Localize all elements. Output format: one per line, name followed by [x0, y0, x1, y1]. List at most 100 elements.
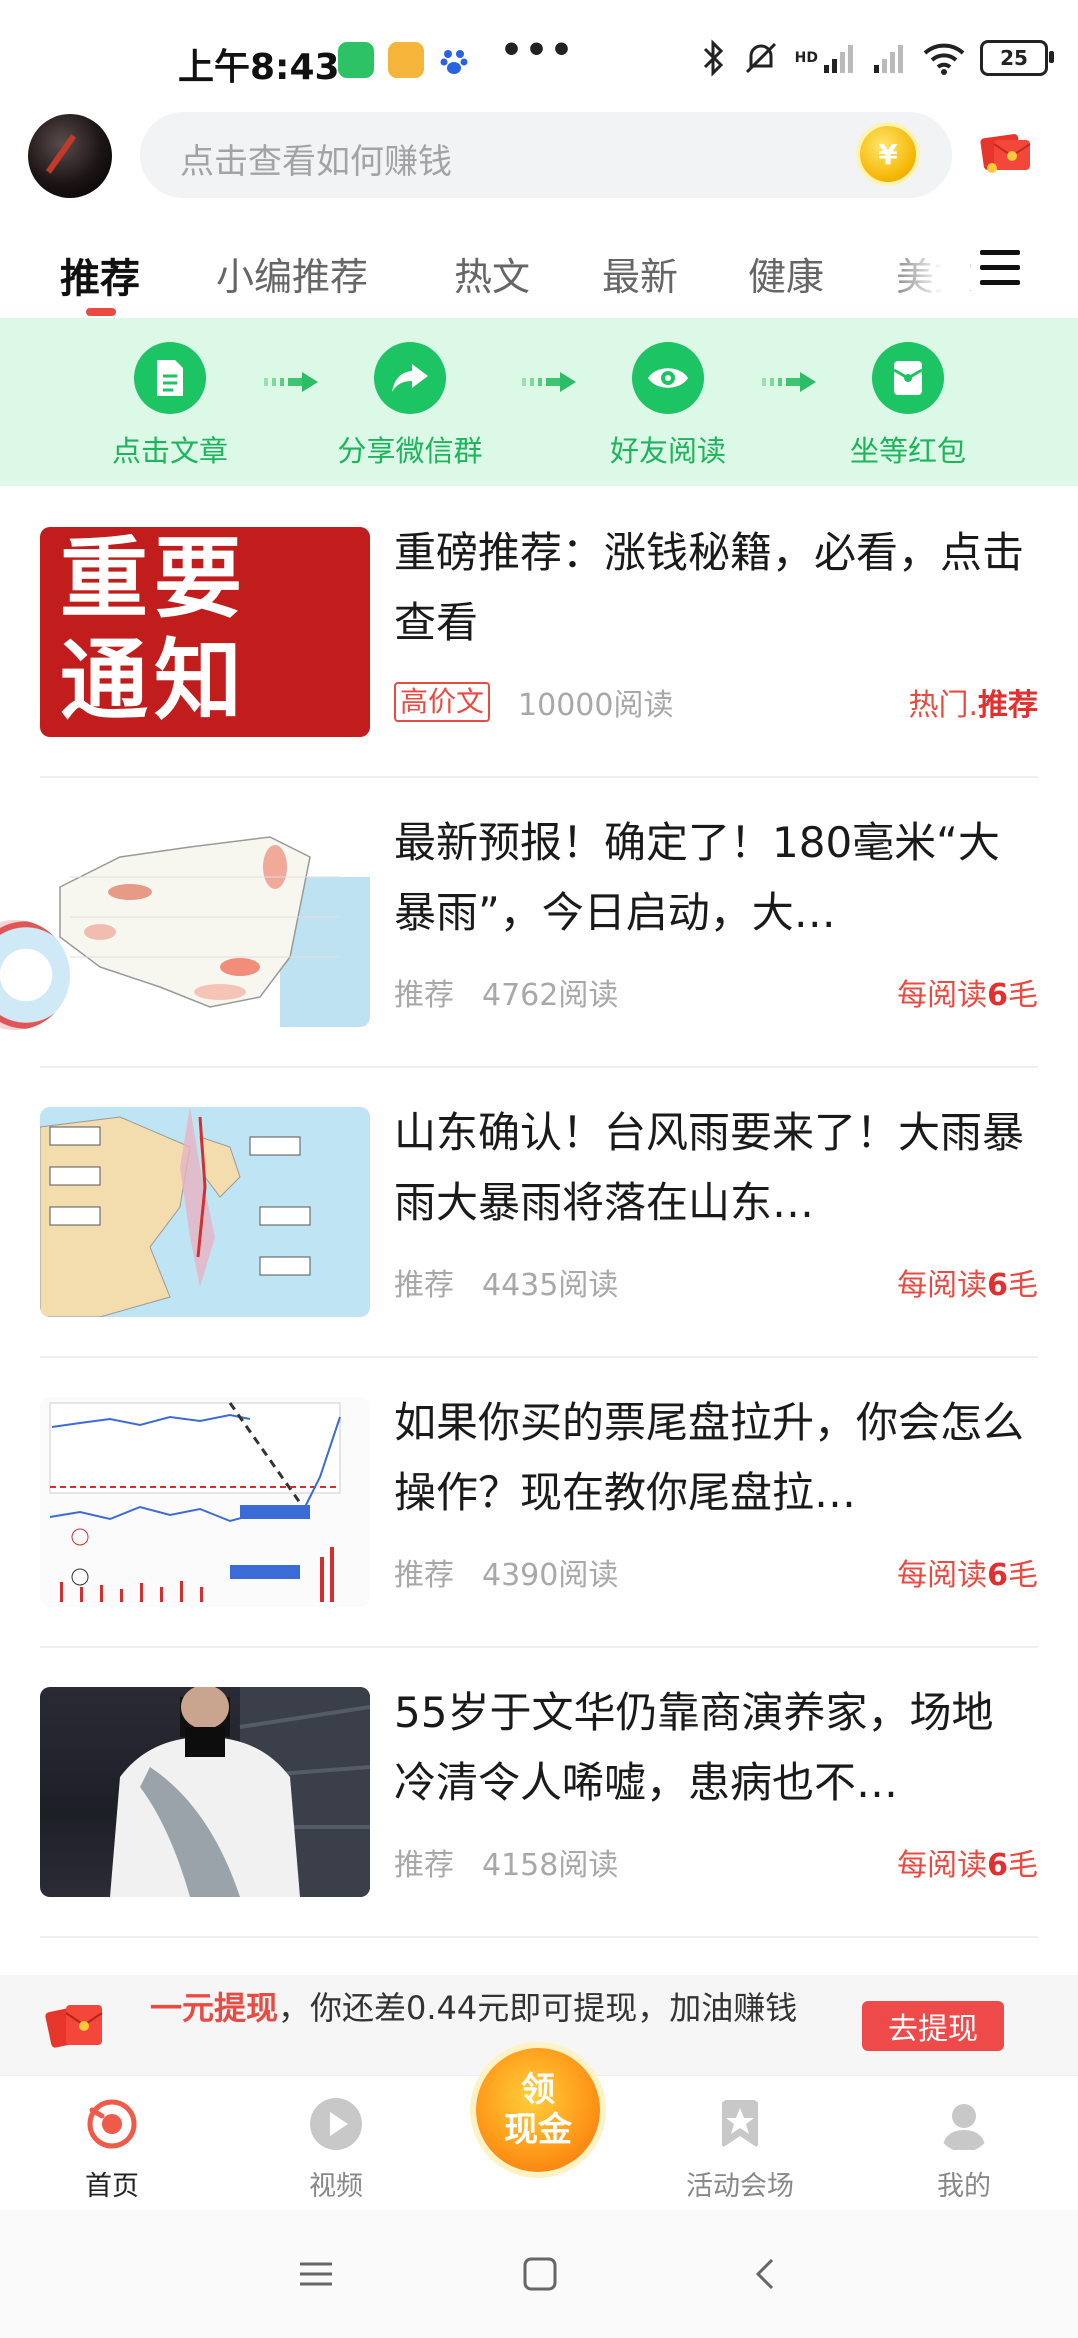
- withdraw-button[interactable]: 去提现: [862, 2001, 1004, 2051]
- read-count: 4762阅读: [482, 978, 619, 1013]
- red-envelope-icon[interactable]: [978, 130, 1034, 174]
- eye-icon: [632, 342, 704, 414]
- step-label: 坐等红包: [849, 434, 966, 468]
- step-share-wechat: 分享微信群: [320, 342, 500, 470]
- read-count: 4158阅读: [482, 1848, 619, 1883]
- step-friend-read: 好友阅读: [578, 342, 758, 470]
- user-avatar[interactable]: [28, 114, 112, 198]
- article-title[interactable]: 如果你买的票尾盘拉升，你会怎么操作？现在教你尾盘拉…: [394, 1388, 1034, 1528]
- system-nav-bar: [0, 2210, 1078, 2338]
- article-tag: 推荐: [394, 1558, 454, 1593]
- top-header: 点击查看如何赚钱 ¥: [0, 110, 1078, 210]
- mute-bell-icon: [745, 42, 776, 74]
- search-placeholder: 点击查看如何赚钱: [180, 142, 452, 182]
- withdraw-highlight: 一元提现: [150, 1989, 279, 2027]
- article-item[interactable]: 山东确认！台风雨要来了！大雨暴雨大暴雨将落在山东… 推荐 4435阅读 每阅读6…: [40, 1070, 1038, 1360]
- article-reward: 每阅读6毛: [897, 970, 1038, 1014]
- earn-steps-banner[interactable]: 点击文章 分享微信群 好友阅读 坐等红包: [0, 318, 1078, 486]
- article-meta: 推荐 4435阅读: [394, 1260, 618, 1304]
- article-reward: 每阅读6毛: [897, 1260, 1038, 1304]
- reward-prefix: 每阅读: [897, 1268, 988, 1303]
- menu-icon[interactable]: [980, 250, 1020, 290]
- nav-mine[interactable]: 我的: [884, 2096, 1044, 2203]
- article-meta: 推荐 4762阅读: [394, 970, 618, 1014]
- article-item[interactable]: 如果你买的票尾盘拉升，你会怎么操作？现在教你尾盘拉… 推荐 4390阅读 每阅读…: [40, 1360, 1038, 1650]
- bluetooth-icon: [703, 39, 723, 77]
- signal-1-icon: [824, 45, 853, 73]
- search-bar[interactable]: 点击查看如何赚钱 ¥: [140, 112, 952, 198]
- home-icon: [87, 2099, 137, 2149]
- menu-lines-icon[interactable]: [296, 2254, 336, 2294]
- article-tag: 推荐: [394, 1268, 454, 1303]
- article-item[interactable]: 最新预报！确定了！180毫米“大暴雨”，今日启动，大… 推荐 4762阅读 每阅…: [40, 780, 1038, 1070]
- divider: [40, 1936, 1038, 1938]
- tab-editor-picks[interactable]: 小编推荐: [216, 246, 368, 301]
- baidu-icon: [436, 42, 472, 78]
- read-count: 4435阅读: [482, 1268, 619, 1303]
- wechat-icon: [338, 42, 374, 78]
- read-count: 10000阅读: [518, 688, 674, 723]
- reward-strong: 推荐: [978, 688, 1038, 723]
- divider: [40, 1066, 1038, 1068]
- star-bookmark-icon: [722, 2100, 758, 2148]
- article-item[interactable]: 55岁于文华仍靠商演养家，场地冷清令人唏嘘，患病也不… 推荐 4158阅读 每阅…: [40, 1650, 1038, 1940]
- article-item[interactable]: 重要 通知 重磅推荐：涨钱秘籍，必看，点击查看 高价文 10000阅读 热门.推…: [40, 490, 1038, 780]
- read-count: 4390阅读: [482, 1558, 619, 1593]
- reward-suffix: 毛: [1008, 978, 1038, 1013]
- divider: [40, 1646, 1038, 1648]
- step-label: 好友阅读: [609, 434, 726, 468]
- article-thumbnail-weather-map: [40, 817, 370, 1027]
- nav-activity[interactable]: 活动会场: [660, 2096, 820, 2203]
- nav-home[interactable]: 首页: [32, 2096, 192, 2203]
- article-thumbnail-typhoon-map: [40, 1107, 370, 1317]
- status-time: 上午8:43: [178, 47, 340, 88]
- nav-label: 首页: [85, 2171, 139, 2202]
- arrow-icon: [762, 372, 816, 392]
- home-square-icon[interactable]: [520, 2254, 560, 2294]
- nav-label: 活动会场: [686, 2171, 794, 2202]
- more-notifications-icon: •••: [500, 30, 576, 71]
- article-title[interactable]: 重磅推荐：涨钱秘籍，必看，点击查看: [394, 518, 1034, 658]
- divider: [40, 776, 1038, 778]
- tab-health[interactable]: 健康: [748, 246, 824, 301]
- high-value-tag: 高价文: [394, 682, 491, 722]
- reward-strong: 6: [987, 1848, 1008, 1883]
- red-envelope-icon: [45, 2005, 103, 2048]
- article-tag: 推荐: [394, 1848, 454, 1883]
- article-tag: 推荐: [394, 978, 454, 1013]
- status-bar: 上午8:43 ••• HD 25: [0, 0, 1078, 110]
- play-icon: [310, 2098, 362, 2150]
- reward-suffix: 毛: [1008, 1848, 1038, 1883]
- step-label: 分享微信群: [337, 434, 483, 468]
- status-icons: HD 25: [701, 36, 1054, 80]
- article-meta: 高价文 10000阅读: [394, 680, 673, 724]
- reward-suffix: 毛: [1008, 1268, 1038, 1303]
- arrow-icon: [264, 372, 318, 392]
- claim-cash-label: 领 现金: [504, 2070, 572, 2150]
- article-reward: 每阅读6毛: [897, 1840, 1038, 1884]
- thumb-text: 重要: [60, 527, 249, 630]
- reward-prefix: 每阅读: [897, 978, 988, 1013]
- article-reward: 每阅读6毛: [897, 1550, 1038, 1594]
- nav-video[interactable]: 视频: [256, 2096, 416, 2203]
- reward-prefix: 每阅读: [897, 1848, 988, 1883]
- article-thumbnail-stock-chart: [40, 1397, 370, 1607]
- claim-cash-button[interactable]: 领 现金: [476, 2048, 600, 2172]
- reward-strong: 6: [987, 1268, 1008, 1303]
- step-label: 点击文章: [111, 434, 228, 468]
- back-chevron-icon[interactable]: [746, 2254, 786, 2294]
- article-title[interactable]: 最新预报！确定了！180毫米“大暴雨”，今日启动，大…: [394, 808, 1034, 948]
- article-thumbnail-photo: [40, 1687, 370, 1897]
- withdraw-text: 一元提现，你还差0.44元即可提现，加油赚钱: [150, 1985, 830, 2031]
- tab-latest[interactable]: 最新: [602, 246, 678, 301]
- thumb-text: 通知: [60, 629, 249, 732]
- coin-icon[interactable]: ¥: [860, 126, 916, 182]
- reward-strong: 6: [987, 1558, 1008, 1593]
- article-title[interactable]: 山东确认！台风雨要来了！大雨暴雨大暴雨将落在山东…: [394, 1098, 1034, 1238]
- reward-suffix: 毛: [1008, 1558, 1038, 1593]
- tab-hot[interactable]: 热文: [454, 246, 530, 301]
- tab-recommend[interactable]: 推荐: [60, 246, 140, 304]
- share-icon: [374, 342, 446, 414]
- article-title[interactable]: 55岁于文华仍靠商演养家，场地冷清令人唏嘘，患病也不…: [394, 1678, 1034, 1818]
- divider: [40, 1356, 1038, 1358]
